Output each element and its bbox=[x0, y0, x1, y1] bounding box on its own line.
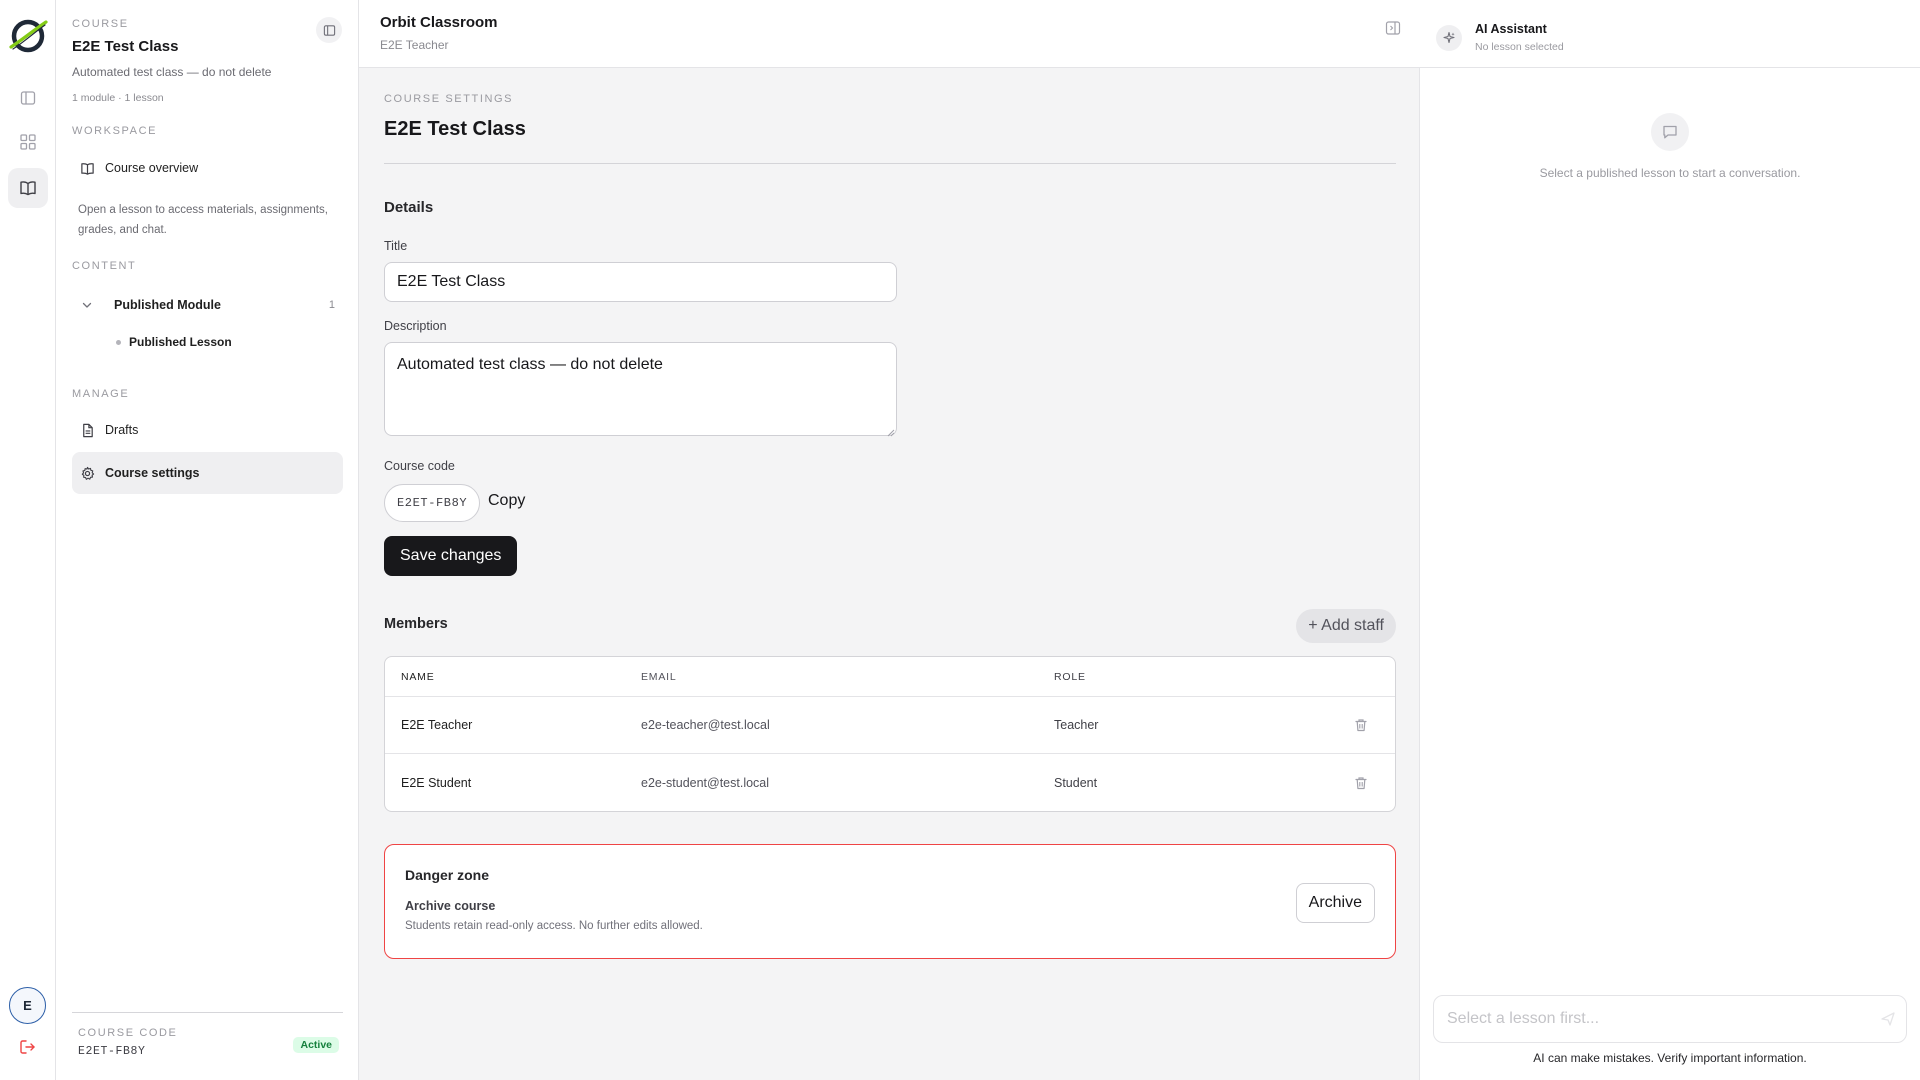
member-role: Student bbox=[1054, 775, 1098, 790]
assistant-header: AI Assistant No lesson selected bbox=[1420, 0, 1920, 68]
app-title: Orbit Classroom bbox=[380, 14, 498, 31]
sidebar-item-label: Course overview bbox=[105, 161, 199, 175]
archive-description: Students retain read-only access. No fur… bbox=[405, 920, 703, 932]
module-lesson-count: 1 bbox=[328, 299, 335, 311]
chat-bubble-icon bbox=[1651, 113, 1689, 151]
main-content: Orbit Classroom E2E Teacher COURSE SETTI… bbox=[359, 0, 1420, 1080]
chevron-down-icon[interactable] bbox=[72, 299, 102, 311]
user-subtitle: E2E Teacher bbox=[380, 38, 449, 52]
content-eyebrow: CONTENT bbox=[72, 260, 137, 272]
table-row: E2E Student e2e-student@test.local Stude… bbox=[385, 754, 1395, 811]
ai-assistant-panel: AI Assistant No lesson selected Select a… bbox=[1420, 0, 1920, 1080]
details-title: Details bbox=[384, 199, 434, 216]
book-icon bbox=[79, 160, 95, 176]
panel-collapse-icon[interactable] bbox=[316, 17, 342, 43]
course-sidebar: COURSE E2E Test Class Automated test cla… bbox=[56, 0, 359, 1080]
member-email: e2e-student@test.local bbox=[641, 775, 770, 790]
sidebar-item-course-overview[interactable]: Course overview bbox=[72, 147, 343, 189]
avatar[interactable]: E bbox=[9, 987, 46, 1024]
workspace-eyebrow: WORKSPACE bbox=[72, 125, 158, 137]
divider bbox=[384, 163, 1396, 164]
title-label: Title bbox=[384, 239, 408, 253]
table-row: E2E Teacher e2e-teacher@test.local Teach… bbox=[385, 697, 1395, 754]
archive-title: Archive course bbox=[405, 899, 496, 913]
lesson-dot bbox=[116, 339, 121, 345]
save-changes-button[interactable]: Save changes bbox=[384, 536, 518, 576]
status-badge: Active bbox=[293, 1037, 339, 1053]
orbit-logo-icon[interactable] bbox=[8, 16, 48, 56]
sidebar-item-label: Course settings bbox=[105, 466, 200, 480]
course-title: E2E Test Class bbox=[72, 38, 179, 55]
settings-eyebrow: COURSE SETTINGS bbox=[384, 93, 514, 105]
book-open-icon[interactable] bbox=[8, 168, 48, 208]
trash-icon[interactable] bbox=[1341, 776, 1381, 790]
module-item[interactable]: Published Module 1 bbox=[72, 292, 343, 318]
assistant-empty-state: Select a published lesson to start a con… bbox=[1539, 166, 1801, 180]
column-header-email: EMAIL bbox=[641, 670, 677, 683]
column-header-name: NAME bbox=[401, 670, 435, 683]
top-bar: Orbit Classroom E2E Teacher bbox=[359, 0, 1420, 68]
course-code-field-label: Course code bbox=[384, 459, 455, 473]
page-title: E2E Test Class bbox=[384, 118, 526, 140]
members-title: Members bbox=[384, 616, 448, 632]
course-meta: 1 module · 1 lesson bbox=[72, 92, 164, 104]
panel-right-icon[interactable] bbox=[1384, 19, 1402, 37]
grid-icon[interactable] bbox=[8, 122, 48, 162]
column-header-role: ROLE bbox=[1054, 670, 1086, 683]
table-header: NAME EMAIL ROLE bbox=[385, 657, 1395, 697]
description-textarea[interactable]: Automated test class — do not delete bbox=[384, 342, 897, 436]
assistant-title: AI Assistant bbox=[1475, 22, 1547, 36]
assistant-subtitle: No lesson selected bbox=[1475, 41, 1564, 53]
resize-handle-icon[interactable] bbox=[887, 424, 895, 437]
title-input[interactable] bbox=[384, 262, 897, 302]
sparkle-icon bbox=[1436, 25, 1462, 51]
lesson-label: Published Lesson bbox=[129, 335, 232, 349]
course-description: Automated test class — do not delete bbox=[72, 65, 272, 79]
logout-icon[interactable] bbox=[18, 1037, 38, 1057]
danger-zone: Danger zone Archive course Students reta… bbox=[384, 844, 1396, 959]
sidebar-item-label: Drafts bbox=[105, 423, 139, 437]
trash-icon[interactable] bbox=[1341, 718, 1381, 732]
chat-input[interactable] bbox=[1433, 995, 1907, 1043]
course-code-footer: COURSE CODE E2ET-FB8Y Active bbox=[72, 1012, 343, 1058]
assistant-disclaimer: AI can make mistakes. Verify important i… bbox=[1533, 1051, 1807, 1065]
lesson-item[interactable]: Published Lesson bbox=[116, 335, 232, 349]
members-table: NAME EMAIL ROLE E2E Teacher e2e-teacher@… bbox=[384, 656, 1396, 812]
member-name: E2E Teacher bbox=[401, 718, 473, 732]
course-eyebrow: COURSE bbox=[72, 18, 129, 30]
add-staff-button[interactable]: + Add staff bbox=[1296, 609, 1396, 643]
file-text-icon bbox=[79, 422, 95, 438]
course-code-chip: E2ET-FB8Y bbox=[384, 484, 481, 522]
module-label: Published Module bbox=[114, 298, 221, 312]
sidebar-toggle-icon[interactable] bbox=[8, 78, 48, 118]
sidebar-item-drafts[interactable]: Drafts bbox=[72, 409, 343, 451]
archive-button[interactable]: Archive bbox=[1295, 883, 1375, 923]
danger-zone-title: Danger zone bbox=[405, 867, 490, 883]
lesson-hint: Open a lesson to access materials, assig… bbox=[78, 204, 328, 236]
send-icon[interactable] bbox=[1878, 1009, 1898, 1029]
sidebar-item-course-settings[interactable]: Course settings bbox=[72, 452, 343, 494]
member-email: e2e-teacher@test.local bbox=[641, 718, 770, 732]
icon-rail: E bbox=[0, 0, 56, 1080]
member-name: E2E Student bbox=[401, 775, 472, 790]
copy-button[interactable]: Copy bbox=[488, 492, 525, 510]
manage-eyebrow: MANAGE bbox=[72, 388, 130, 400]
member-role: Teacher bbox=[1054, 718, 1099, 732]
description-label: Description bbox=[384, 319, 447, 333]
gear-icon bbox=[79, 465, 95, 481]
